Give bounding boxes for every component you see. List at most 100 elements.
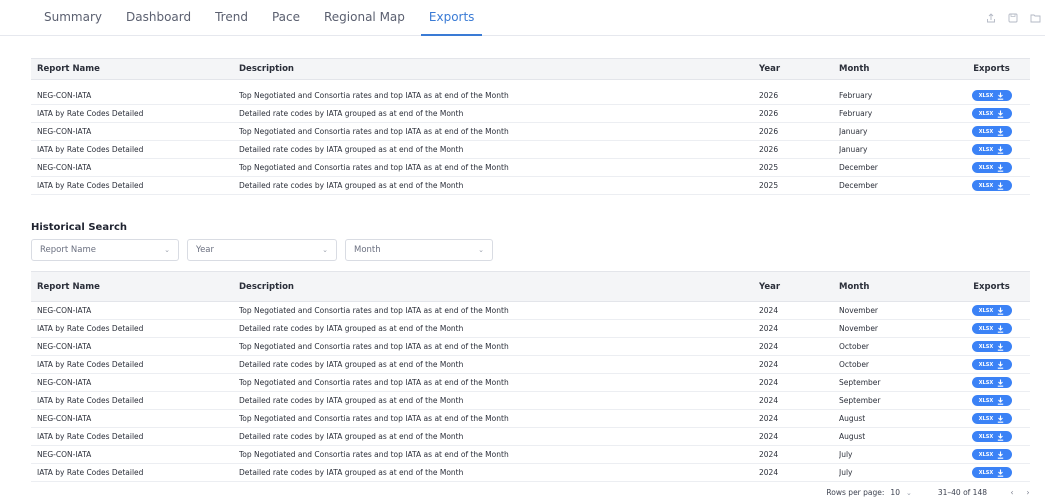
table-row: IATA by Rate Codes Detailed Detailed rate… <box>31 141 1030 159</box>
chevron-down-icon: ⌄ <box>905 488 912 497</box>
report-name-cell: IATA by Rate Codes Detailed <box>37 360 144 369</box>
historical-filters: Report Name ⌄ Year ⌄ Month ⌄ <box>31 239 493 261</box>
table-row: IATA by Rate Codes Detailed Detailed rate… <box>31 105 1030 123</box>
tab-trend[interactable]: Trend <box>207 0 256 36</box>
year-cell: 2026 <box>759 127 779 136</box>
download-icon <box>997 307 1004 315</box>
xlsx-export-label: XLSX <box>978 182 994 189</box>
report-name-select[interactable]: Report Name ⌄ <box>31 239 179 261</box>
xlsx-export-button[interactable]: XLSX <box>971 126 1012 137</box>
month-cell: February <box>839 91 873 100</box>
download-icon <box>997 343 1004 351</box>
description-cell: Top Negotiated and Consortia rates and t… <box>239 91 509 100</box>
year-select[interactable]: Year ⌄ <box>187 239 337 261</box>
exports-cell: XLSX <box>953 90 1030 101</box>
description-cell: Detailed rate codes by IATA grouped as a… <box>239 360 464 369</box>
year-cell: 2024 <box>759 360 779 369</box>
column-header-description: Description <box>239 64 294 74</box>
year-cell: 2024 <box>759 378 779 387</box>
rows-per-page-select[interactable]: 10 ⌄ <box>890 488 911 497</box>
report-name-cell: NEG-CON-IATA <box>37 450 92 459</box>
historical-table: Report Name Description Year Month Expor… <box>31 271 1030 482</box>
prev-page-button[interactable]: ‹ <box>1007 488 1017 497</box>
report-name-cell: IATA by Rate Codes Detailed <box>37 468 144 477</box>
report-name-cell: IATA by Rate Codes Detailed <box>37 109 144 118</box>
download-icon <box>997 325 1004 333</box>
xlsx-export-button[interactable]: XLSX <box>971 413 1012 424</box>
exports-cell: XLSX <box>953 467 1030 478</box>
xlsx-export-button[interactable]: XLSX <box>971 90 1012 101</box>
report-name-cell: NEG-CON-IATA <box>37 414 92 423</box>
xlsx-export-button[interactable]: XLSX <box>971 108 1012 119</box>
download-icon <box>997 433 1004 441</box>
year-cell: 2024 <box>759 414 779 423</box>
column-header-exports: Exports <box>973 64 1010 74</box>
description-cell: Detailed rate codes by IATA grouped as a… <box>239 145 464 154</box>
description-cell: Detailed rate codes by IATA grouped as a… <box>239 181 464 190</box>
page-range: 31–40 of 148 <box>937 488 987 497</box>
column-header-year: Year <box>759 64 781 74</box>
historical-search-title: Historical Search <box>31 222 128 233</box>
month-cell: September <box>839 378 881 387</box>
column-header-description: Description <box>239 281 294 292</box>
xlsx-export-button[interactable]: XLSX <box>971 395 1012 406</box>
xlsx-export-label: XLSX <box>978 128 994 135</box>
tab-summary[interactable]: Summary <box>36 0 110 36</box>
save-icon[interactable] <box>1007 12 1019 24</box>
xlsx-export-button[interactable]: XLSX <box>971 305 1012 316</box>
tab-dashboard[interactable]: Dashboard <box>118 0 199 36</box>
folder-icon[interactable] <box>1029 12 1041 24</box>
year-cell: 2024 <box>759 324 779 333</box>
next-page-button[interactable]: › <box>1023 488 1033 497</box>
tab-exports[interactable]: Exports <box>420 0 483 36</box>
exports-cell: XLSX <box>953 341 1030 352</box>
xlsx-export-button[interactable]: XLSX <box>971 359 1012 370</box>
month-cell: January <box>839 127 868 136</box>
xlsx-export-button[interactable]: XLSX <box>971 341 1012 352</box>
month-cell: August <box>839 432 866 441</box>
share-icon[interactable] <box>985 12 997 24</box>
year-cell: 2024 <box>759 396 779 405</box>
report-name-select-value: Report Name <box>40 245 96 255</box>
download-icon <box>997 110 1004 118</box>
exports-cell: XLSX <box>953 126 1030 137</box>
month-cell: November <box>839 306 879 315</box>
report-name-cell: NEG-CON-IATA <box>37 306 92 315</box>
month-cell: September <box>839 396 881 405</box>
xlsx-export-label: XLSX <box>978 415 994 422</box>
xlsx-export-button[interactable]: XLSX <box>971 431 1012 442</box>
table-row: NEG-CON-IATA Top Negotiated and Consortia… <box>31 87 1030 105</box>
download-icon <box>997 415 1004 423</box>
tab-pace[interactable]: Pace <box>264 0 308 36</box>
exports-cell: XLSX <box>953 359 1030 370</box>
xlsx-export-button[interactable]: XLSX <box>971 467 1012 478</box>
exports-cell: XLSX <box>953 377 1030 388</box>
download-icon <box>997 182 1004 190</box>
xlsx-export-button[interactable]: XLSX <box>971 144 1012 155</box>
month-cell: November <box>839 324 879 333</box>
description-cell: Top Negotiated and Consortia rates and t… <box>239 450 509 459</box>
description-cell: Top Negotiated and Consortia rates and t… <box>239 127 509 136</box>
year-select-value: Year <box>196 245 214 255</box>
download-icon <box>997 146 1004 154</box>
xlsx-export-button[interactable]: XLSX <box>971 180 1012 191</box>
toolbar-icons <box>985 12 1041 24</box>
year-cell: 2025 <box>759 181 779 190</box>
download-icon <box>997 397 1004 405</box>
year-cell: 2024 <box>759 432 779 441</box>
xlsx-export-button[interactable]: XLSX <box>971 449 1012 460</box>
tab-regional-map[interactable]: Regional Map <box>316 0 413 36</box>
table-row: NEG-CON-IATA Top Negotiated and Consortia… <box>31 302 1030 320</box>
year-cell: 2024 <box>759 306 779 315</box>
xlsx-export-button[interactable]: XLSX <box>971 377 1012 388</box>
month-select[interactable]: Month ⌄ <box>345 239 493 261</box>
month-cell: July <box>839 468 853 477</box>
report-name-cell: NEG-CON-IATA <box>37 127 92 136</box>
xlsx-export-label: XLSX <box>978 164 994 171</box>
xlsx-export-button[interactable]: XLSX <box>971 162 1012 173</box>
download-icon <box>997 128 1004 136</box>
xlsx-export-button[interactable]: XLSX <box>971 323 1012 334</box>
xlsx-export-label: XLSX <box>978 451 994 458</box>
exports-cell: XLSX <box>953 180 1030 191</box>
report-name-cell: IATA by Rate Codes Detailed <box>37 181 144 190</box>
